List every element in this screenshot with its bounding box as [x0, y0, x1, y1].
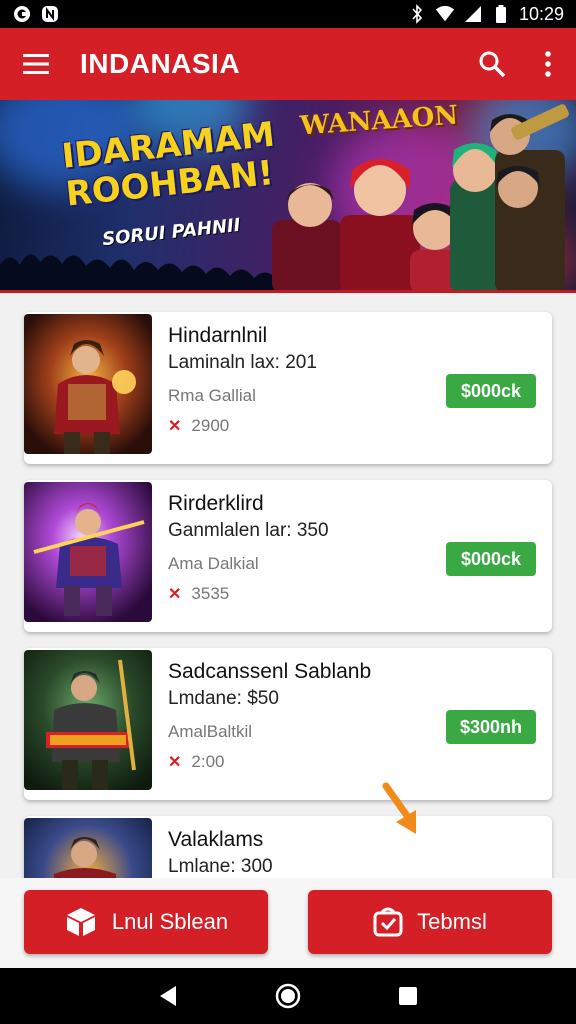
buy-button[interactable]: $300nh — [446, 710, 536, 744]
search-button[interactable] — [464, 28, 520, 100]
right-action-label: Tebmsl — [417, 909, 487, 934]
game-subtitle: Lmdane: $50 — [168, 688, 279, 709]
list-item[interactable]: Sadcanssenl Sablanb Lmdane: $50 AmalBalt… — [24, 648, 552, 800]
bluetooth-icon — [407, 4, 427, 24]
game-count: ✕ 2900 — [168, 416, 230, 435]
left-action-button[interactable]: Lnul Sblean — [24, 890, 268, 954]
list-item[interactable]: Rirderklird Ganmlalen lar: 350 Ama Dalki… — [24, 480, 552, 632]
battery-icon — [491, 4, 511, 24]
wifi-icon — [435, 4, 455, 24]
bottom-action-bar: Lnul Sblean Tebmsl — [0, 878, 576, 968]
game-title: Valaklams — [168, 828, 264, 851]
game-subtitle: Lmlane: 300 — [168, 856, 273, 877]
app-c-icon — [12, 4, 32, 24]
app-title: INDANASIA — [80, 48, 241, 79]
list-item[interactable]: Hindarnlnil Laminaln lax: 201 Rma Gallia… — [24, 312, 552, 464]
game-meta: AmalBaltkil — [168, 722, 253, 741]
pointer-arrow-icon — [382, 782, 416, 834]
hamburger-menu-icon — [23, 54, 49, 74]
game-title: Sadcanssenl Sablanb — [168, 660, 372, 683]
game-subtitle: Ganmlalen lar: 350 — [168, 520, 329, 541]
box-icon — [66, 908, 95, 936]
signal-icon — [463, 4, 483, 24]
app-bar: INDANASIA — [0, 28, 576, 100]
more-options-button[interactable] — [520, 28, 576, 100]
game-title: Rirderklird — [168, 492, 264, 515]
game-meta: Ama Dalkial — [168, 554, 259, 573]
home-circle-icon[interactable] — [275, 983, 301, 1009]
game-count: ✕ 3535 — [168, 584, 230, 603]
game-count: ✕ 2:00 — [168, 752, 225, 771]
search-icon — [479, 51, 506, 78]
promo-banner[interactable]: WANAAON IDARAMAM ROOHBAN! SORUI PAHNII ©… — [0, 100, 576, 293]
close-x-icon: ✕ — [168, 586, 182, 603]
back-triangle-icon[interactable] — [158, 985, 178, 1007]
recents-square-icon[interactable] — [398, 986, 418, 1006]
status-bar: 10:29 — [0, 0, 576, 28]
buy-button[interactable]: $000ck — [446, 542, 536, 576]
right-action-button[interactable]: Tebmsl — [308, 890, 552, 954]
game-thumbnail — [24, 314, 152, 454]
game-thumbnail — [24, 650, 152, 790]
close-x-icon: ✕ — [168, 754, 182, 771]
game-title: Hindarnlnil — [168, 324, 268, 347]
close-x-icon: ✕ — [168, 418, 182, 435]
game-thumbnail — [24, 482, 152, 622]
menu-button[interactable] — [0, 28, 72, 100]
system-nav-bar — [0, 968, 576, 1024]
app-n-icon — [40, 4, 60, 24]
crowd-illustration — [0, 254, 300, 290]
game-meta: Rma Gallial — [168, 386, 256, 405]
clock: 10:29 — [518, 3, 564, 24]
buy-button[interactable]: $000ck — [446, 374, 536, 408]
left-action-label: Lnul Sblean — [111, 909, 229, 934]
bag-icon — [373, 907, 403, 937]
more-vert-icon — [545, 51, 551, 77]
game-subtitle: Laminaln lax: 201 — [168, 352, 317, 373]
